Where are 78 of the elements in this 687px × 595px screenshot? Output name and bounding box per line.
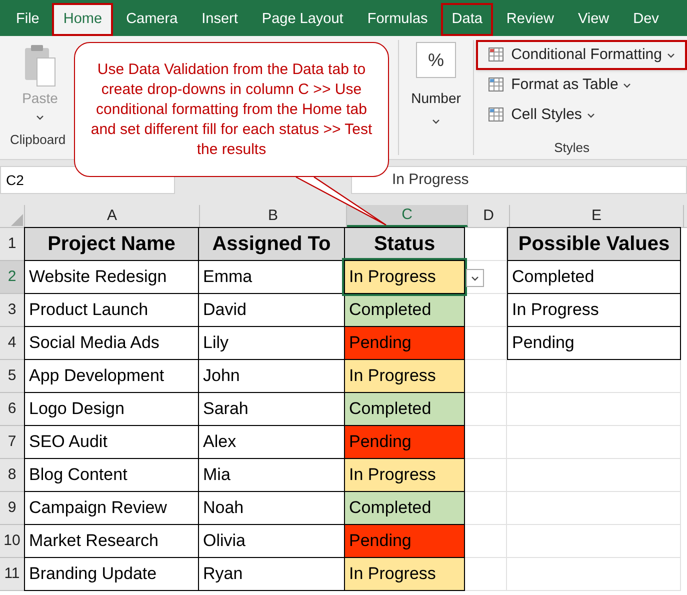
row-header[interactable]: 9 xyxy=(0,492,25,525)
table-cell-text: App Development xyxy=(29,365,164,388)
column-heading: Status xyxy=(374,232,436,257)
table-cell-text: Completed xyxy=(512,266,594,288)
table-cell-text: Blog Content xyxy=(29,464,128,486)
table-cell-text: Social Media Ads xyxy=(29,332,160,354)
ribbon-tab[interactable]: Camera xyxy=(115,3,189,36)
chevron-down-icon xyxy=(666,52,675,58)
table-cell-text: John xyxy=(203,365,240,388)
table-style-icon xyxy=(488,77,506,93)
styles-menu-button[interactable]: Format as Table xyxy=(476,70,644,100)
table-cell-text: In Progress xyxy=(349,464,436,486)
table-cell-text: Logo Design xyxy=(29,398,124,420)
table-style-icon xyxy=(488,47,506,63)
table-cell-text: Pending xyxy=(512,332,574,354)
table-cell-text: Lily xyxy=(203,332,229,354)
row-header[interactable]: 6 xyxy=(0,393,25,426)
styles-menu-button[interactable]: Conditional Formatting xyxy=(476,40,687,70)
group-label: Styles xyxy=(554,139,590,157)
table-cell-text: Completed xyxy=(349,299,432,322)
row-header[interactable]: 2 xyxy=(0,261,25,294)
row-header[interactable]: 3 xyxy=(0,294,25,327)
table-cell-text: Completed xyxy=(349,497,432,520)
chevron-down-icon xyxy=(36,115,44,120)
group-label: Clipboard xyxy=(9,131,66,149)
column-heading: Project Name xyxy=(48,232,176,257)
column-heading: Assigned To xyxy=(212,232,331,257)
table-cell-text: Pending xyxy=(349,431,412,454)
chevron-down-icon xyxy=(471,276,479,280)
table-cell-text: Pending xyxy=(349,332,412,354)
table-cell-text: Product Launch xyxy=(29,299,148,322)
column-heading: Possible Values xyxy=(518,232,670,257)
ribbon-tab[interactable]: Data xyxy=(440,3,494,36)
table-cell-text: Noah xyxy=(203,497,244,520)
table-style-icon xyxy=(488,107,506,123)
table-cell-text: SEO Audit xyxy=(29,431,108,454)
chevron-down-icon xyxy=(623,82,632,88)
dropdown-button[interactable] xyxy=(466,269,484,287)
table-cell-text: Emma xyxy=(203,266,252,288)
table-cell-text: Branding Update xyxy=(29,563,157,586)
percent-button[interactable]: % xyxy=(416,42,456,78)
row-header[interactable]: 1 xyxy=(0,228,25,261)
ribbon-tab[interactable]: Review xyxy=(495,3,565,36)
table-cell-text: In Progress xyxy=(349,365,436,388)
table-cell-text: In Progress xyxy=(349,563,436,586)
row-header[interactable]: 5 xyxy=(0,360,25,393)
chevron-down-icon xyxy=(586,112,595,118)
row-header[interactable]: 7 xyxy=(0,426,25,459)
table-cell-text: Olivia xyxy=(203,530,246,552)
ribbon-tab[interactable]: View xyxy=(566,3,620,36)
ribbon-tab[interactable]: Insert xyxy=(190,3,249,36)
row-header[interactable]: 11 xyxy=(0,558,25,591)
row-header[interactable]: 10 xyxy=(0,525,25,558)
table-cell-text: Pending xyxy=(349,530,412,552)
ribbon-tab[interactable]: File xyxy=(5,3,50,36)
table-cell-text: Campaign Review xyxy=(29,497,167,520)
ribbon-tab[interactable]: Page Layout xyxy=(250,3,354,36)
ribbon-tab[interactable]: Dev xyxy=(622,3,670,36)
ribbon-tab[interactable]: Formulas xyxy=(356,3,439,36)
column-header[interactable]: C xyxy=(347,205,468,227)
callout-text: Use Data Validation from the Data tab to create drop-downs in column C >> Use conditional formatting from the Home tab and set different fill for each status >> Test the results xyxy=(90,60,374,160)
table-cell-text: In Progress xyxy=(512,299,599,322)
table-cell-text: Ryan xyxy=(203,563,243,586)
table-cell-text: Mia xyxy=(203,464,230,486)
table-cell-text: In Progress xyxy=(349,266,436,288)
table-cell-text: Website Redesign xyxy=(29,266,167,288)
table-cell-text: David xyxy=(203,299,246,322)
table-cell-text: Sarah xyxy=(203,398,248,420)
table-cell-text: Market Research xyxy=(29,530,158,552)
number-format-label[interactable]: Number xyxy=(411,88,461,109)
select-all-triangle-icon[interactable] xyxy=(10,213,24,227)
row-header[interactable]: 4 xyxy=(0,327,25,360)
ribbon-tab[interactable]: Home xyxy=(52,3,114,36)
styles-menu-button[interactable]: Cell Styles xyxy=(476,100,607,130)
table-cell-text: Alex xyxy=(203,431,236,454)
row-header[interactable]: 8 xyxy=(0,459,25,492)
chevron-down-icon xyxy=(432,119,440,124)
table-cell-text: Completed xyxy=(349,398,432,420)
